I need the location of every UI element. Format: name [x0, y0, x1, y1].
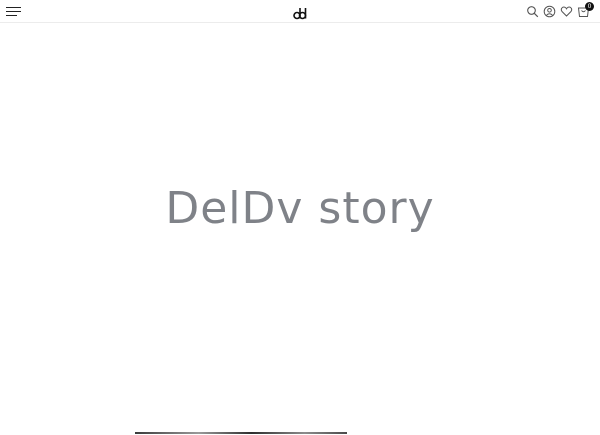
logo[interactable] [293, 5, 307, 20]
cart-icon[interactable]: 0 [577, 2, 594, 18]
menu-icon-bar-bottom [6, 15, 17, 17]
image-strip [135, 432, 347, 434]
hero-title: DelDv story [165, 183, 435, 234]
heart-icon[interactable] [560, 5, 573, 18]
menu-icon-bar-middle [6, 11, 21, 13]
user-icon[interactable] [543, 5, 556, 18]
logo-icon [293, 8, 307, 20]
cart-count-badge: 0 [585, 2, 594, 11]
menu-icon-bar-top [6, 7, 21, 9]
search-icon[interactable] [526, 5, 539, 18]
top-header: 0 [0, 0, 600, 23]
hero-section: DelDv story [0, 24, 600, 435]
menu-button[interactable] [6, 7, 21, 17]
header-actions: 0 [526, 2, 594, 19]
